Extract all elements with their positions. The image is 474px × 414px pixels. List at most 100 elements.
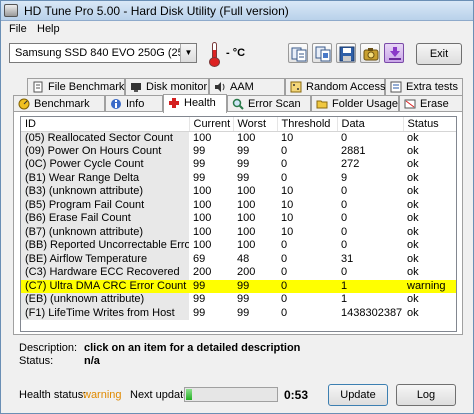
table-row[interactable]: (F1) LifeTime Writes from Host 99 99 0 14383…	[21, 306, 456, 320]
table-cell: (0C) Power Cycle Count	[21, 158, 189, 172]
table-row[interactable]: (0C) Power Cycle Count 99 99 0 272 ok	[21, 158, 456, 172]
table-cell: ok	[407, 144, 419, 157]
table-cell: 0	[277, 279, 337, 293]
update-progress-bar	[184, 387, 278, 402]
table-cell: 0	[341, 225, 348, 238]
tests-icon	[390, 81, 402, 93]
table-cell: 0	[281, 158, 288, 171]
table-row[interactable]: (C7) Ultra DMA CRC Error Count 99 99 0 1 warn…	[21, 279, 456, 293]
drive-select-value: Samsung SSD 840 EVO 250G (250 gB)	[15, 47, 197, 59]
chevron-down-icon[interactable]: ▼	[180, 44, 196, 62]
table-cell: 272	[341, 158, 360, 171]
table-cell: 0	[341, 266, 348, 279]
table-row[interactable]: (B1) Wear Range Delta 99 99 0 9 ok	[21, 171, 456, 185]
table-row[interactable]: (BB) Reported Uncorrectable Errors 100 100…	[21, 239, 456, 253]
table-cell: 0	[281, 171, 288, 184]
tab-aam[interactable]: AAM	[209, 78, 285, 95]
status-label: Status:	[19, 355, 54, 367]
tab-disk-monitor[interactable]: Disk monitor	[125, 78, 209, 95]
table-cell: (B3) (unknown attribute)	[21, 185, 189, 199]
drive-select[interactable]: Samsung SSD 840 EVO 250G (250 gB) ▼	[9, 43, 197, 63]
column-header[interactable]: ID	[21, 117, 190, 132]
erase-icon	[404, 99, 416, 109]
health-panel: ID Current Worst Threshold Data Status (…	[13, 111, 463, 335]
table-cell: 99	[237, 293, 250, 306]
table-cell: 10	[281, 212, 294, 225]
tab-strip: File Benchmark Disk monitor AAM Random A…	[13, 78, 463, 113]
status-bar: Health status: warning Next update: 0:53…	[1, 381, 473, 411]
app-icon	[4, 4, 18, 17]
column-header[interactable]: Status	[403, 117, 456, 132]
table-cell: (BE) Airflow Temperature	[21, 252, 189, 266]
table-row[interactable]: (B7) (unknown attribute) 100 100 10 0 ok	[21, 225, 456, 239]
menu-help[interactable]: Help	[37, 23, 60, 35]
tab-folder-usage[interactable]: Folder Usage	[311, 95, 399, 112]
table-cell: ok	[407, 158, 419, 171]
table-row[interactable]: (C3) Hardware ECC Recovered 200 200 0 0 ok	[21, 266, 456, 280]
file-icon	[33, 81, 43, 93]
screenshot-button[interactable]	[360, 43, 380, 63]
tab-error-scan[interactable]: Error Scan	[227, 95, 311, 112]
exit-button[interactable]: Exit	[416, 43, 462, 65]
menu-file[interactable]: File	[9, 23, 27, 35]
log-button[interactable]: Log	[396, 384, 456, 406]
table-cell: (05) Reallocated Sector Count	[21, 131, 189, 145]
table-row[interactable]: (09) Power On Hours Count 99 99 0 2881 ok	[21, 144, 456, 158]
table-cell: 100	[237, 198, 256, 211]
column-header[interactable]: Threshold	[277, 117, 338, 132]
save-icon	[339, 46, 355, 62]
download-button[interactable]	[384, 43, 404, 63]
table-cell: 31	[341, 252, 354, 265]
table-cell: 9	[341, 171, 348, 184]
table-cell: 100	[193, 225, 212, 238]
tab-info[interactable]: Info	[105, 95, 163, 112]
temperature-readout: - °C	[226, 47, 246, 59]
tab-extra-tests[interactable]: Extra tests	[385, 78, 463, 95]
tab-benchmark[interactable]: Benchmark	[13, 95, 105, 112]
table-cell: 100	[237, 239, 256, 252]
table-cell: warning	[403, 279, 456, 293]
table-cell: 0	[281, 239, 288, 252]
table-cell: 200	[193, 266, 212, 279]
save-button[interactable]	[336, 43, 356, 63]
monitor-icon	[131, 83, 141, 92]
table-row[interactable]: (B3) (unknown attribute) 100 100 10 0 ok	[21, 185, 456, 199]
table-row[interactable]: (B5) Program Fail Count 100 100 10 0 ok	[21, 198, 456, 212]
table-cell: 99	[189, 279, 233, 293]
table-row[interactable]: (EB) (unknown attribute) 99 99 0 1 ok	[21, 293, 456, 307]
table-cell: 10	[281, 198, 294, 211]
table-cell: 1438302387	[341, 306, 403, 319]
column-header[interactable]: Current	[189, 117, 234, 132]
table-row[interactable]: (BE) Airflow Temperature 69 48 0 31 ok	[21, 252, 456, 266]
update-button[interactable]: Update	[328, 384, 388, 406]
table-cell: 0	[281, 144, 288, 157]
table-cell: 100	[193, 212, 212, 225]
status-value: n/a	[84, 355, 100, 367]
tab-health[interactable]: Health	[163, 94, 227, 113]
progress-fill	[186, 389, 192, 400]
table-cell: (09) Power On Hours Count	[21, 144, 189, 158]
table-row[interactable]: (05) Reallocated Sector Count 100 100 10 0 ok	[21, 131, 456, 145]
column-header[interactable]: Worst	[233, 117, 278, 132]
tab-file-benchmark[interactable]: File Benchmark	[27, 78, 125, 95]
table-cell: 0	[281, 306, 288, 319]
table-cell: ok	[407, 185, 419, 198]
copy-button[interactable]	[288, 43, 308, 63]
table-cell: ok	[407, 252, 419, 265]
smart-attributes-table[interactable]: ID Current Worst Threshold Data Status (…	[20, 116, 457, 332]
tab-erase[interactable]: Erase	[399, 95, 463, 112]
table-cell: 100	[237, 131, 256, 144]
copy-icon	[291, 47, 307, 62]
table-cell: 10	[281, 185, 294, 198]
table-row[interactable]: (B6) Erase Fail Count 100 100 10 0 ok	[21, 212, 456, 226]
app-window: HD Tune Pro 5.00 - Hard Disk Utility (Fu…	[0, 0, 474, 414]
column-header[interactable]: Data	[337, 117, 404, 132]
table-cell: 100	[193, 131, 212, 144]
tab-random-access[interactable]: Random Access	[285, 78, 385, 95]
table-cell: ok	[407, 239, 419, 252]
copy-all-button[interactable]	[312, 43, 332, 63]
table-cell: ok	[407, 293, 419, 306]
table-cell: (BB) Reported Uncorrectable Errors	[21, 239, 189, 253]
menu-bar: File Help	[1, 21, 473, 39]
table-cell: (EB) (unknown attribute)	[21, 293, 189, 307]
